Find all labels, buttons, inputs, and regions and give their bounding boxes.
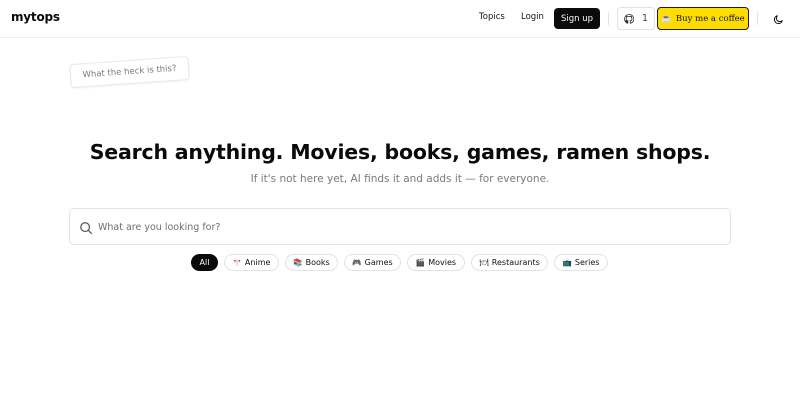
github-star-count: 1 (641, 13, 649, 24)
github-icon (624, 13, 634, 24)
category-chip-label: Restaurants (491, 258, 540, 267)
site-logo[interactable]: mytops (11, 10, 60, 24)
category-chip-label: Movies (428, 258, 457, 267)
books-icon: 📚 (293, 258, 303, 267)
hero-title: Search anything. Movies, books, games, r… (89, 140, 711, 164)
movies-icon: 🎬 (415, 258, 426, 267)
header-divider (608, 12, 609, 25)
category-chip-all[interactable]: All (191, 254, 218, 271)
coffee-icon: ☕ (661, 13, 672, 24)
nav-login-link[interactable]: Login (521, 12, 544, 22)
category-chip-books[interactable]: 📚 Books (285, 254, 338, 271)
category-chip-games[interactable]: 🎮 Games (344, 254, 401, 271)
category-chip-label: All (199, 258, 210, 267)
top-navbar: mytops Topics Login Sign up 1 ☕ Buy me a… (0, 0, 800, 38)
games-icon: 🎮 (352, 258, 362, 267)
category-chip-movies[interactable]: 🎬 Movies (407, 254, 465, 271)
buy-me-a-coffee-button[interactable]: ☕ Buy me a coffee (657, 7, 749, 30)
search-input[interactable] (98, 215, 718, 239)
header-divider (757, 12, 758, 25)
search-icon (79, 220, 93, 235)
moon-icon (773, 14, 784, 25)
anime-icon: 🎌 (232, 258, 242, 267)
what-is-this-note[interactable]: What the heck is this? (69, 55, 190, 89)
search-box[interactable] (69, 208, 731, 245)
signup-button[interactable]: Sign up (554, 8, 600, 29)
buy-me-a-coffee-label: Buy me a coffee (675, 13, 745, 24)
category-chip-label: Books (305, 258, 330, 267)
category-chip-label: Anime (244, 258, 271, 267)
hero-subtitle: If it's not here yet, AI finds it and ad… (250, 173, 550, 185)
restaurants-icon: 🍽 (479, 258, 489, 267)
category-chip-anime[interactable]: 🎌 Anime (224, 254, 279, 271)
github-button[interactable]: 1 (617, 7, 655, 30)
category-chip-label: Series (574, 258, 600, 267)
theme-toggle-button[interactable] (770, 11, 786, 27)
category-chip-restaurants[interactable]: 🍽 Restaurants (471, 254, 548, 271)
series-icon: 📺 (562, 258, 572, 267)
category-chip-series[interactable]: 📺 Series (554, 254, 608, 271)
category-chip-label: Games (364, 258, 393, 267)
nav-topics-link[interactable]: Topics (479, 12, 505, 22)
